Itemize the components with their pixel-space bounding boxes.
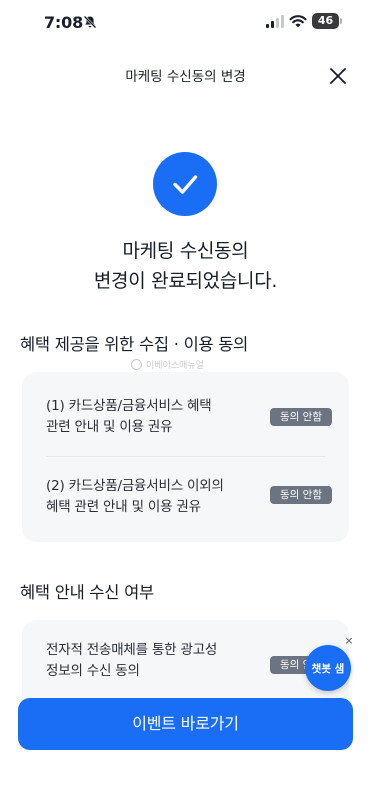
battery-indicator: 46 bbox=[312, 13, 339, 29]
divider bbox=[46, 456, 325, 457]
close-button[interactable] bbox=[324, 62, 352, 90]
cellular-signal-icon bbox=[266, 15, 284, 28]
consent-item-3-line-2: 정보의 수신 동의 bbox=[46, 663, 140, 679]
wifi-icon bbox=[289, 15, 307, 28]
chatbot-button[interactable]: 챗봇 샘 bbox=[305, 645, 351, 691]
close-icon bbox=[330, 68, 346, 84]
chatbot-close-icon[interactable]: × bbox=[343, 635, 355, 647]
consent-item-2-line-2: 혜택 관련 안내 및 이용 권유 bbox=[46, 499, 201, 515]
consent-item-1: (1) 카드상품/금융서비스 혜택 관련 안내 및 이용 권유 bbox=[46, 396, 212, 438]
watermark: 이베이스매뉴얼 bbox=[131, 358, 204, 371]
status-bar: 7:08 46 bbox=[0, 0, 371, 46]
watermark-text: 이베이스매뉴얼 bbox=[146, 361, 204, 371]
consent-item-2: (2) 카드상품/금융서비스 이외의 혜택 관련 안내 및 이용 권유 bbox=[46, 476, 224, 518]
completion-message: 마케팅 수신동의 변경이 완료되었습니다. bbox=[0, 236, 371, 296]
consent-item-3-line-1: 전자적 전송매체를 통한 광고성 bbox=[46, 642, 218, 658]
battery-tip bbox=[340, 18, 342, 24]
consent-item-3: 전자적 전송매체를 통한 광고성 정보의 수신 동의 bbox=[46, 640, 217, 682]
status-time: 7:08 bbox=[44, 13, 83, 32]
consent-status-badge-1: 동의 안함 bbox=[270, 408, 332, 426]
bell-muted-icon bbox=[83, 15, 97, 29]
consent-item-1-line-2: 관련 안내 및 이용 권유 bbox=[46, 419, 173, 435]
success-check-icon bbox=[153, 152, 217, 216]
consent-card-receive: 전자적 전송매체를 통한 광고성 정보의 수신 동의 동의 안함 bbox=[22, 620, 349, 710]
consent-item-1-line-1: (1) 카드상품/금융서비스 혜택 bbox=[46, 398, 212, 414]
checkmark-icon bbox=[173, 175, 198, 194]
event-shortcut-button[interactable]: 이벤트 바로가기 bbox=[18, 698, 353, 750]
consent-status-badge-2: 동의 안함 bbox=[270, 486, 332, 504]
section-title-receive-consent: 혜택 안내 수신 여부 bbox=[20, 583, 154, 602]
page-title: 마케팅 수신동의 변경 bbox=[125, 69, 246, 85]
section-title-collection-consent: 혜택 제공을 위한 수집 · 이용 동의 bbox=[20, 335, 249, 354]
completion-line-2: 변경이 완료되었습니다. bbox=[93, 270, 278, 292]
consent-item-2-line-1: (2) 카드상품/금융서비스 이외의 bbox=[46, 478, 224, 494]
completion-line-1: 마케팅 수신동의 bbox=[122, 240, 249, 262]
consent-card-benefits: (1) 카드상품/금융서비스 혜택 관련 안내 및 이용 권유 동의 안함 (2… bbox=[22, 372, 349, 542]
watermark-logo-icon bbox=[131, 359, 142, 370]
